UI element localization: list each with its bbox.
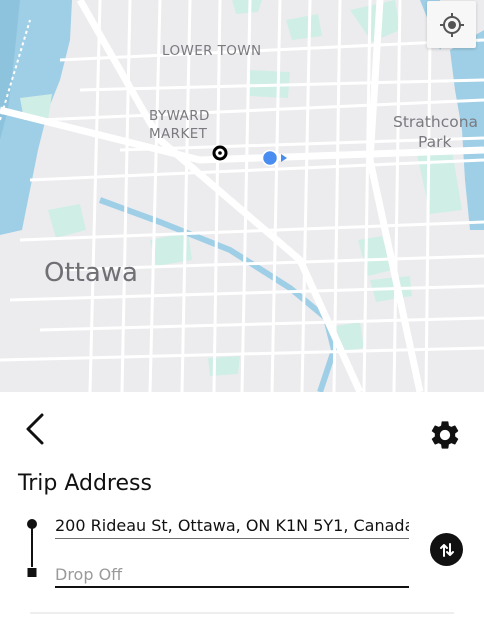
swap-vertical-icon: [439, 542, 454, 557]
map-label-strathcona-line2: Park: [418, 133, 452, 151]
trip-panel: Trip Address: [0, 392, 484, 634]
swap-addresses-button[interactable]: [430, 533, 463, 566]
pickup-address-field[interactable]: [55, 513, 409, 539]
map-label-ottawa: Ottawa: [44, 258, 138, 288]
trip-address-title: Trip Address: [18, 471, 152, 496]
gear-icon: [431, 421, 459, 449]
dropoff-address-field[interactable]: [55, 562, 409, 588]
map-label-lower-town: LOWER TOWN: [162, 43, 262, 59]
map-label-strathcona-line1: Strathcona: [393, 113, 479, 131]
route-indicator-icon: [27, 519, 37, 577]
back-chevron-icon: [26, 413, 44, 445]
map-label-byward-line1: BYWARD: [149, 108, 210, 124]
current-location-icon: [261, 149, 287, 167]
my-location-button[interactable]: [427, 1, 476, 48]
back-button[interactable]: [22, 412, 52, 446]
map-label-byward-line2: MARKET: [149, 126, 208, 142]
divider: [30, 612, 454, 614]
pickup-marker-icon[interactable]: [212, 145, 228, 161]
settings-button[interactable]: [428, 418, 462, 452]
my-location-icon: [439, 12, 464, 37]
map-view[interactable]: LOWER TOWN BYWARD MARKET Strathcona Park…: [0, 0, 484, 392]
